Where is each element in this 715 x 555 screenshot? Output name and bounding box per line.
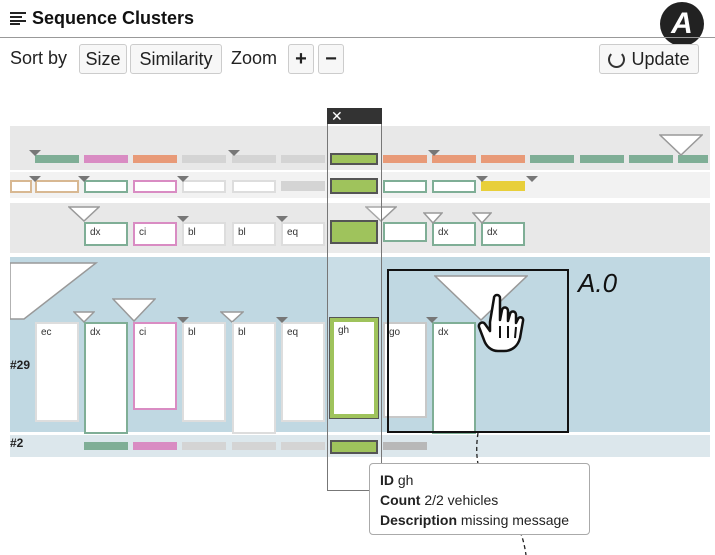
event-bar[interactable] [281,155,325,163]
event-bar[interactable] [281,442,325,450]
event-bar[interactable] [84,442,128,450]
gap-marker-icon [276,216,288,222]
gap-marker-icon [29,176,41,182]
event-box[interactable]: dx [84,222,128,246]
gap-marker-icon [177,176,189,182]
sort-similarity-button[interactable]: Similarity [130,44,222,74]
header-divider [0,37,715,38]
menu-icon [10,12,26,25]
annotation-label: A.0 [578,268,618,298]
event-box[interactable] [35,180,79,193]
close-icon: ✕ [331,108,343,124]
event-box[interactable] [232,180,276,193]
event-box[interactable]: eq [281,222,325,246]
gap-large-icon [659,134,703,156]
update-button[interactable]: Update [599,44,699,74]
gap-marker-icon [526,176,538,182]
event-box[interactable] [383,222,427,242]
refresh-icon [608,50,626,68]
event-bar[interactable] [530,155,574,163]
event-bar[interactable] [383,442,427,450]
gap-marker-icon [276,317,288,323]
event-box[interactable] [133,180,177,193]
event-box[interactable]: dx [432,222,476,246]
event-bar[interactable] [133,155,177,163]
update-label: Update [631,48,690,69]
gap-marker-icon [428,150,440,156]
gap-marker-icon [29,150,41,156]
event-bar[interactable] [133,442,177,450]
event-box[interactable]: ci [133,222,177,246]
event-bar[interactable] [481,155,525,163]
event-bar[interactable] [383,155,427,163]
tooltip-count-row: Count 2/2 vehicles [380,492,499,508]
event-box[interactable]: bl [182,222,226,246]
event-bar[interactable] [182,155,226,163]
event-bar[interactable] [35,155,79,163]
selected-event-bar[interactable] [330,440,378,454]
gap-marker-icon [177,216,189,222]
cluster-label: #2 [10,436,24,450]
gap-marker-icon [476,176,488,182]
panel-title: Sequence Clusters [32,8,195,28]
panel-header: Sequence Clusters [10,8,194,29]
event-box[interactable]: bl [232,322,276,434]
column-close-button[interactable]: ✕ [327,108,382,124]
gap-medium-icon [68,206,100,222]
gap-small-icon [472,212,492,224]
event-bar[interactable] [678,155,708,163]
event-box[interactable] [383,180,427,193]
event-tooltip: ID gh Count 2/2 vehicles Description mis… [369,463,590,535]
zoom-in-button[interactable]: + [288,44,314,74]
event-box[interactable]: ec [35,322,79,422]
event-box[interactable]: bl [232,222,276,246]
event-bar[interactable] [182,442,226,450]
event-box[interactable] [84,180,128,193]
event-box[interactable] [432,180,476,193]
event-box[interactable]: dx [84,322,128,434]
selected-column[interactable] [327,108,382,491]
event-bar[interactable] [232,155,276,163]
gap-small-icon [423,212,443,224]
gap-medium-icon [112,298,156,322]
gap-marker-icon [177,317,189,323]
event-box[interactable]: bl [182,322,226,422]
event-box[interactable]: ci [133,322,177,410]
event-bar[interactable] [629,155,673,163]
selected-event-box[interactable]: gh [329,317,379,419]
event-bar[interactable] [580,155,624,163]
event-bar[interactable] [432,155,476,163]
event-bar[interactable] [84,155,128,163]
selected-event-bar[interactable] [330,153,378,165]
sort-size-button[interactable]: Size [79,44,127,74]
sort-by-label: Sort by [10,48,68,68]
selected-event-bar[interactable] [330,178,378,194]
hand-cursor-icon [477,293,525,353]
gap-marker-icon [78,176,90,182]
selected-event-bar[interactable] [330,220,378,244]
event-bar[interactable] [232,442,276,450]
tooltip-id-row: ID gh [380,472,414,488]
cluster-label: #29 [10,358,31,372]
panel-badge: A [660,2,704,46]
event-bar[interactable] [481,181,525,191]
event-box[interactable]: dx [481,222,525,246]
zoom-out-button[interactable]: − [318,44,344,74]
tooltip-description-row: Description missing message [380,512,570,528]
zoom-label: Zoom [231,48,278,68]
event-bar[interactable] [281,181,325,191]
gap-marker-icon [228,150,240,156]
event-box[interactable]: eq [281,322,325,422]
